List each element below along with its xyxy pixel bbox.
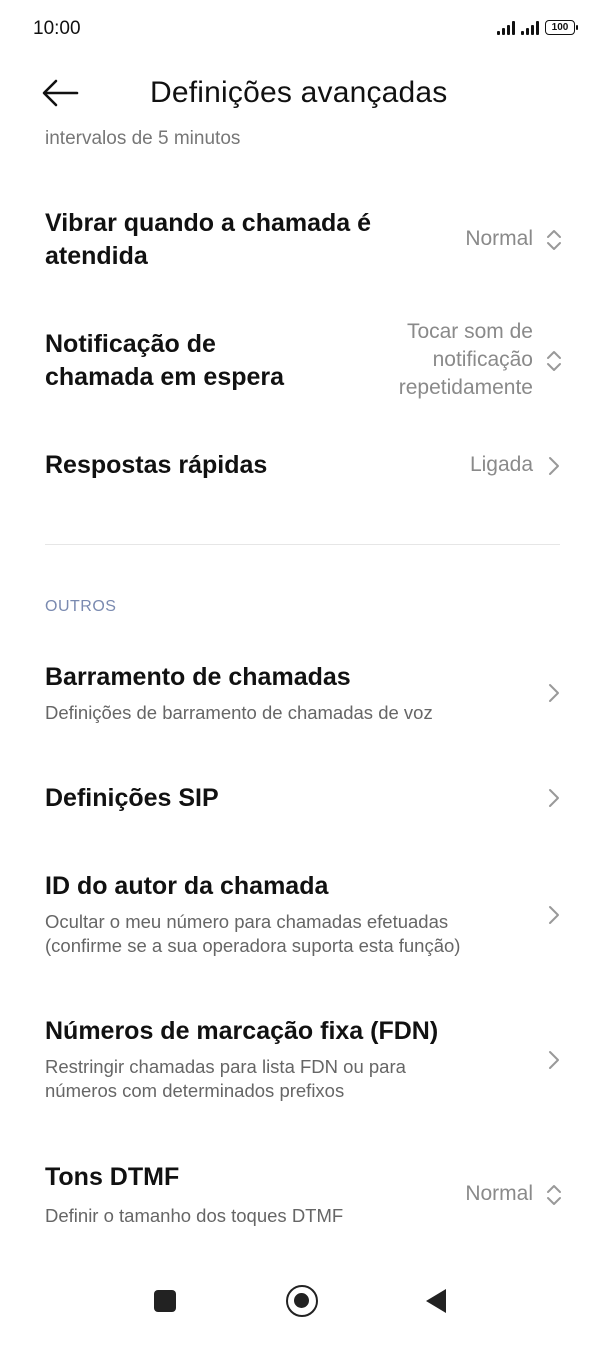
up-down-icon	[547, 351, 561, 371]
divider	[45, 544, 560, 545]
row-title: Barramento de chamadas	[45, 663, 351, 691]
chevron-right-icon	[549, 789, 559, 807]
clipped-description: intervalos de 5 minutos	[45, 128, 241, 149]
arrow-left-icon	[42, 79, 79, 107]
setting-vibrate-on-answer[interactable]: Vibrar quando a chamada é atendida Norma…	[0, 203, 605, 283]
row-title: Notificação de chamada em espera	[45, 330, 285, 391]
section-label-others: OUTROS	[45, 598, 117, 615]
row-value: Normal	[465, 1182, 533, 1205]
row-subtitle: Ocultar o meu número para chamadas efetu…	[45, 911, 461, 956]
page-title: Definições avançadas	[150, 76, 448, 109]
up-down-icon	[547, 1185, 561, 1205]
back-triangle-icon[interactable]	[426, 1289, 446, 1313]
row-value: Tocar som de notificação repetidamente	[398, 320, 533, 399]
row-title: ID do autor da chamada	[45, 872, 329, 900]
row-subtitle: Definir o tamanho dos toques DTMF	[45, 1205, 344, 1226]
row-title: Tons DTMF	[45, 1163, 180, 1191]
row-subtitle: Restringir chamadas para lista FDN ou pa…	[45, 1056, 406, 1101]
setting-call-barring[interactable]: Barramento de chamadas Definições de bar…	[0, 658, 605, 728]
signal-icon	[497, 20, 515, 35]
status-time: 10:00	[33, 18, 81, 39]
chevron-right-icon	[549, 457, 559, 475]
setting-caller-id[interactable]: ID do autor da chamada Ocultar o meu núm…	[0, 870, 605, 965]
row-title: Vibrar quando a chamada é atendida	[45, 209, 372, 270]
setting-fixed-dialing-numbers[interactable]: Números de marcação fixa (FDN) Restringi…	[0, 1015, 605, 1110]
status-icons: 100	[497, 20, 578, 35]
home-circle-icon[interactable]	[286, 1285, 318, 1317]
up-down-icon	[547, 230, 561, 250]
navigation-bar	[0, 1258, 605, 1346]
row-value: Ligada	[469, 453, 533, 476]
row-subtitle: Definições de barramento de chamadas de …	[45, 702, 433, 723]
status-bar: 10:00 100	[0, 0, 605, 60]
setting-quick-responses[interactable]: Respostas rápidas Ligada	[0, 443, 605, 493]
chevron-right-icon	[549, 906, 559, 924]
battery-level: 100	[551, 22, 569, 33]
signal-icon	[521, 20, 539, 35]
recents-square-icon[interactable]	[154, 1290, 176, 1312]
setting-sip[interactable]: Definições SIP	[0, 778, 605, 823]
chevron-right-icon	[549, 684, 559, 702]
chevron-right-icon	[549, 1051, 559, 1069]
row-title: Definições SIP	[45, 784, 219, 812]
settings-list[interactable]: intervalos de 5 minutos Vibrar quando a …	[0, 128, 605, 1258]
battery-icon: 100	[545, 20, 578, 35]
row-title: Números de marcação fixa (FDN)	[45, 1017, 439, 1045]
back-button[interactable]	[40, 75, 82, 111]
header: Definições avançadas	[0, 60, 605, 130]
setting-dtmf-tones[interactable]: Tons DTMF Definir o tamanho dos toques D…	[0, 1161, 605, 1231]
setting-call-waiting-notification[interactable]: Notificação de chamada em espera Tocar s…	[0, 318, 605, 408]
row-value: Normal	[465, 227, 533, 250]
row-title: Respostas rápidas	[45, 451, 268, 479]
